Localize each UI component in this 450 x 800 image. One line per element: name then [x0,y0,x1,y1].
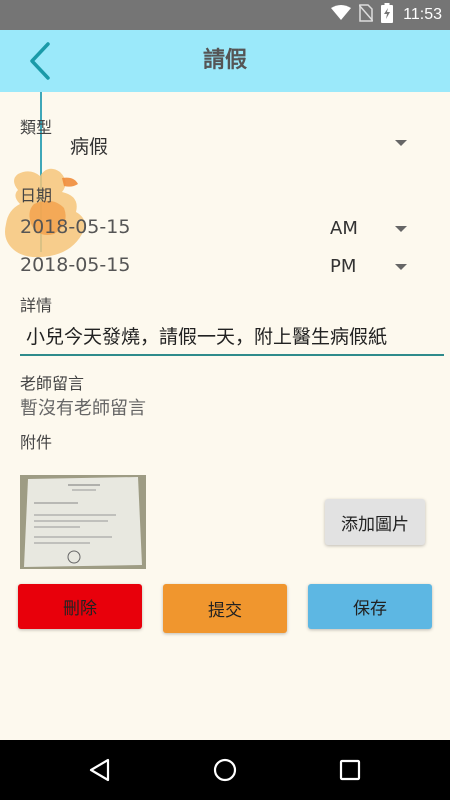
type-dropdown[interactable]: 病假 [60,128,420,160]
delete-button[interactable]: 刪除 [18,584,142,629]
dropdown-arrow-icon [395,140,407,146]
submit-button[interactable]: 提交 [163,584,287,633]
save-button[interactable]: 保存 [308,584,432,629]
type-label: 類型 [20,118,53,137]
teacher-comment-value: 暫沒有老師留言 [20,398,146,419]
end-period-dropdown[interactable]: PM [320,252,420,282]
teacher-comment-label: 老師留言 [20,374,85,393]
detail-input[interactable] [20,316,444,356]
status-icons: 11:53 [331,0,442,30]
navigation-bar [0,740,450,800]
start-period-dropdown[interactable]: AM [320,214,420,244]
start-period-value: AM [330,218,358,239]
no-sim-icon [358,4,374,26]
start-date-field[interactable]: 2018-05-15 [20,216,130,238]
nav-back-icon [89,758,110,782]
page-title: 請假 [202,48,247,73]
nav-recents-button[interactable] [330,752,370,788]
end-period-value: PM [330,256,357,277]
end-date-field[interactable]: 2018-05-15 [20,254,130,276]
attachment-thumbnail[interactable] [20,475,146,569]
battery-icon [381,3,394,27]
dropdown-arrow-icon [395,264,407,270]
nav-home-icon [213,758,237,782]
leave-form: 類型 病假 日期 2018-05-15 AM 2018-05-15 PM 詳情 … [0,92,450,740]
nav-recents-icon [339,759,361,781]
dropdown-arrow-icon [395,226,407,232]
attachment-label: 附件 [20,433,53,452]
detail-label: 詳情 [20,296,53,315]
status-time: 11:53 [403,6,442,23]
wifi-icon [331,5,352,25]
status-bar: 11:53 [0,0,450,30]
nav-home-button[interactable] [205,752,245,788]
add-image-button[interactable]: 添加圖片 [325,499,425,545]
nav-back-button[interactable] [80,752,120,788]
app-bar: 請假 [0,30,450,92]
date-label: 日期 [20,186,53,205]
document-image-icon [20,475,146,569]
type-value: 病假 [70,136,109,158]
